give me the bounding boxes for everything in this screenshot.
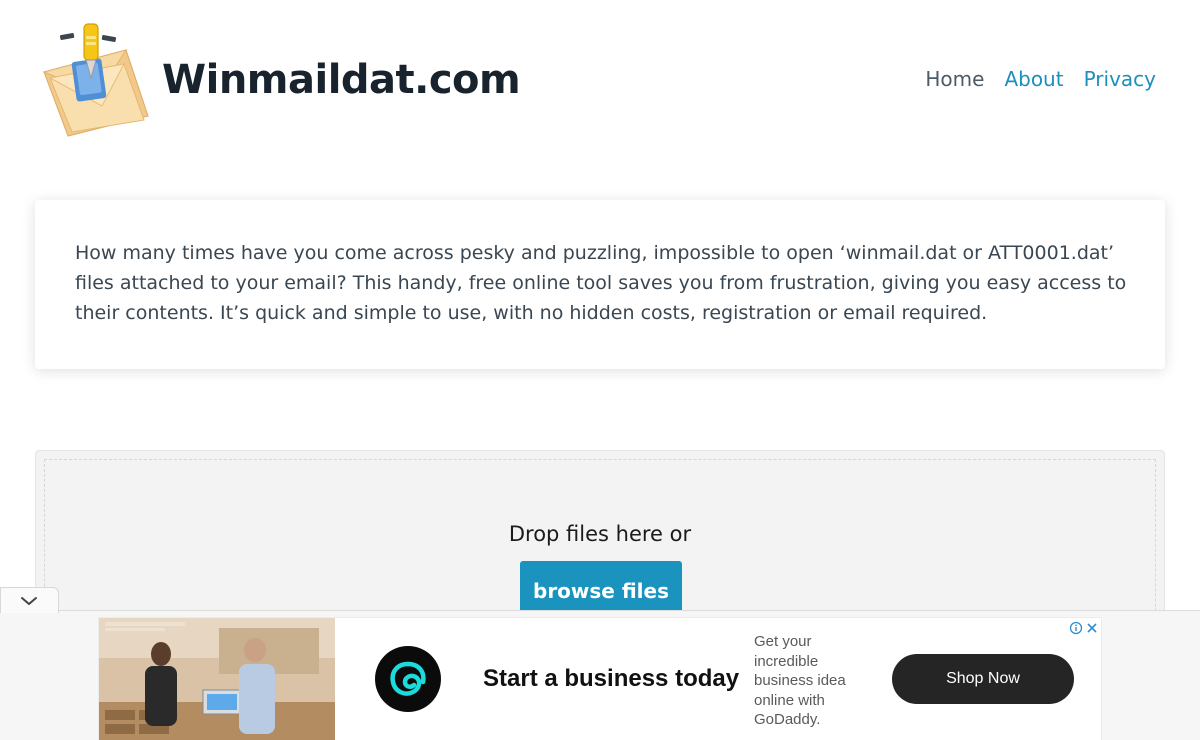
nav-about-link[interactable]: About [1004, 64, 1063, 94]
nav-home-link[interactable]: Home [925, 64, 984, 94]
site-logo[interactable] [40, 20, 152, 138]
main-nav: Home About Privacy [925, 64, 1156, 94]
ad-collapse-toggle[interactable] [0, 587, 59, 613]
ad-body-text: Get your incredible business idea online… [754, 633, 846, 728]
site-title[interactable]: Winmaildat.com [162, 50, 521, 110]
ad-photo-image [99, 618, 335, 740]
ad-choices [1069, 620, 1099, 635]
intro-text: How many times have you come across pesk… [75, 242, 1127, 324]
envelope-pen-logo-icon [42, 23, 149, 137]
ad-info-icon[interactable] [1069, 620, 1083, 635]
page: Winmaildat.com Home About Privacy How ma… [0, 0, 1200, 740]
ad-creative[interactable]: Start a business today Get your incredib… [98, 617, 1102, 740]
nav-privacy-link[interactable]: Privacy [1084, 64, 1156, 94]
ad-close-icon[interactable] [1085, 620, 1099, 634]
godaddy-logo [375, 646, 441, 712]
ad-banner: Start a business today Get your incredib… [0, 610, 1200, 740]
intro-card: How many times have you come across pesk… [35, 200, 1165, 369]
ad-photo [99, 618, 335, 740]
shop-now-button[interactable]: Shop Now [892, 654, 1074, 704]
drop-files-text: Drop files here or [508, 522, 692, 546]
chevron-down-icon [21, 597, 37, 605]
site-header: Winmaildat.com Home About Privacy [0, 0, 1200, 160]
godaddy-logo-icon [390, 661, 426, 696]
ad-headline: Start a business today [483, 665, 740, 692]
